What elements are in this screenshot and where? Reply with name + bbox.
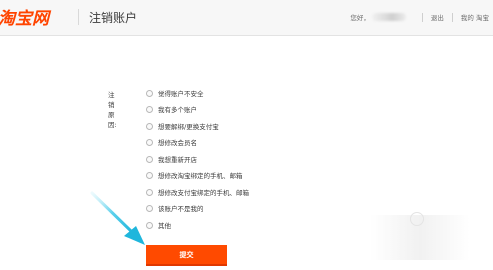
reason-option-label: 其他 bbox=[158, 222, 171, 230]
radio-button[interactable] bbox=[146, 204, 153, 212]
reason-option[interactable]: 其他 bbox=[146, 220, 171, 230]
separator bbox=[451, 12, 453, 22]
reason-option-label: 想修改淘宝绑定的手机、邮箱 bbox=[158, 172, 243, 180]
reason-option-label: 想修改会员名 bbox=[158, 139, 197, 147]
radio-button[interactable] bbox=[146, 89, 153, 97]
reason-option-label: 觉得账户不安全 bbox=[158, 90, 204, 98]
reason-option[interactable]: 我想重新开店 bbox=[146, 154, 197, 164]
header-divider bbox=[78, 9, 79, 25]
submit-button[interactable]: 提交 bbox=[146, 245, 227, 266]
top-header: 淘宝网 注销账户 您好， 退出 我的 淘宝 bbox=[0, 0, 493, 36]
reason-option[interactable]: 该账户不是我的 bbox=[146, 203, 204, 213]
reason-option[interactable]: 想修改会员名 bbox=[146, 137, 197, 147]
reason-label: 注销原因: bbox=[108, 91, 117, 129]
radio-button[interactable] bbox=[146, 188, 153, 196]
radio-button[interactable] bbox=[146, 138, 153, 146]
my-taobao-link[interactable]: 我的 淘宝 bbox=[461, 12, 489, 22]
reason-option[interactable]: 我有多个账户 bbox=[146, 104, 197, 114]
watermark-icon bbox=[410, 212, 424, 226]
reason-option[interactable]: 觉得账户不安全 bbox=[146, 88, 204, 98]
logo-text: 淘宝网 bbox=[0, 8, 49, 29]
radio-button[interactable] bbox=[146, 122, 153, 130]
reason-option-label: 该账户不是我的 bbox=[158, 205, 204, 213]
greeting-text: 您好， bbox=[350, 14, 370, 22]
logout-link[interactable]: 退出 bbox=[431, 12, 444, 22]
separator bbox=[421, 12, 423, 22]
radio-button[interactable] bbox=[146, 171, 153, 179]
reason-option-label: 我有多个账户 bbox=[158, 106, 197, 114]
radio-button[interactable] bbox=[146, 221, 153, 229]
reason-option[interactable]: 想修改淘宝绑定的手机、邮箱 bbox=[146, 170, 243, 180]
reason-option-label: 我想重新开店 bbox=[158, 156, 197, 164]
page-title: 注销账户 bbox=[89, 11, 138, 25]
username-redacted bbox=[371, 13, 406, 21]
reason-option-label: 想修改支付宝绑定的手机、邮箱 bbox=[158, 189, 249, 197]
reason-option-label: 想要解绑/更换支付宝 bbox=[158, 123, 219, 131]
radio-button[interactable] bbox=[146, 155, 153, 163]
user-area: 您好， 退出 我的 淘宝 bbox=[350, 11, 489, 23]
taobao-logo[interactable]: 淘宝网 bbox=[0, 5, 78, 29]
reason-option[interactable]: 想要解绑/更换支付宝 bbox=[146, 121, 219, 131]
reason-option[interactable]: 想修改支付宝绑定的手机、邮箱 bbox=[146, 187, 249, 197]
radio-button[interactable] bbox=[146, 105, 153, 113]
page: 淘宝网 注销账户 您好， 退出 我的 淘宝 注销原因: 觉得账户不安全 我有多个… bbox=[0, 0, 493, 270]
